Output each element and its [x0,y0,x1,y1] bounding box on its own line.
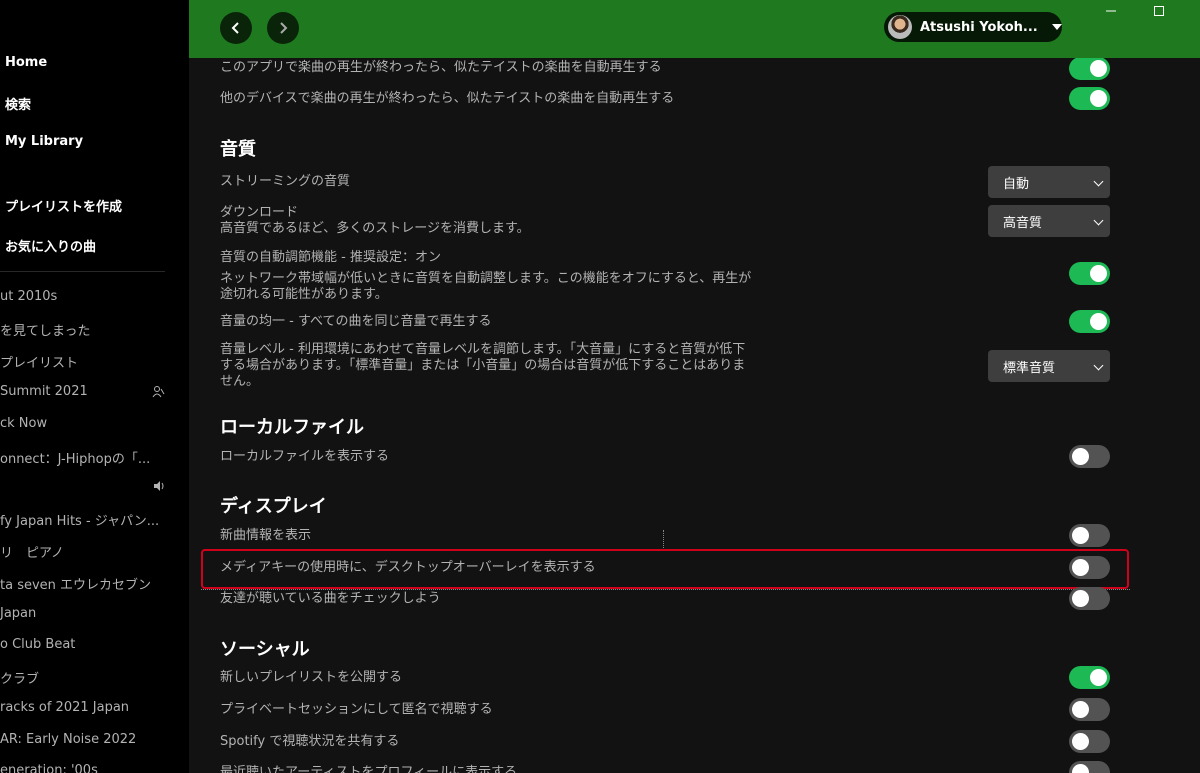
private-session-toggle[interactable] [1069,698,1110,721]
sidebar: Home 検索 My Library プレイリストを作成 お気に入りの曲 ut … [0,0,189,773]
nav-create-playlist[interactable]: プレイリストを作成 [5,196,122,215]
playlist-item[interactable]: Japan [0,606,165,621]
nav-home[interactable]: Home [5,55,47,70]
show-local-files-toggle[interactable] [1069,445,1110,468]
friend-activity-toggle[interactable] [1069,587,1110,610]
speaker-icon [154,481,164,491]
desktop-overlay-label: メディアキーの使用時に、デスクトップオーバーレイを表示する [220,560,596,575]
autoplay-this-app-label: このアプリで楽曲の再生が終わったら、似たテイストの楽曲を自動再生する [220,60,662,75]
volume-level-select[interactable]: 標準音質 [988,350,1110,382]
recent-artists-toggle[interactable] [1069,761,1110,773]
settings-panel: このアプリで楽曲の再生が終わったら、似たテイストの楽曲を自動再生する 他のデバイ… [189,58,1200,773]
section-local-files: ローカルファイル [220,417,364,438]
focus-indicator [201,589,1130,590]
autoplay-this-app-toggle[interactable] [1069,58,1110,80]
download-description: 高音質であるほど、多くのストレージを消費します。 [220,221,530,236]
back-button[interactable] [220,12,252,44]
sidebar-divider [0,271,165,272]
recent-artists-label: 最近聴いたアーティストをプロフィールに表示する [220,765,518,773]
nav-library[interactable]: My Library [5,134,83,149]
auto-adjust-label: 音質の自動調節機能 - 推奨設定：オン [220,250,441,265]
section-audio-quality: 音質 [220,139,256,160]
collaborative-icon [152,386,165,398]
auto-adjust-description: ネットワーク帯域幅が低いときに音質を自動調整します。この機能をオフにすると、再生… [220,271,752,286]
playlist-item[interactable]: Summit 2021 [0,384,165,399]
avatar [888,15,912,39]
nav-search[interactable]: 検索 [5,94,31,113]
volume-level-label: 音量レベル - 利用環境にあわせて音量レベルを調節します。「大音量」にすると音質… [220,342,746,357]
new-releases-label: 新曲情報を表示 [220,528,312,543]
playlist-item[interactable]: ut 2010s [0,289,165,304]
chevron-down-icon [1093,360,1104,371]
caret-down-icon [1051,24,1062,30]
show-local-files-label: ローカルファイルを表示する [220,449,390,464]
forward-button[interactable] [267,12,299,44]
playlist-item[interactable]: eneration: '00s [0,763,165,773]
nav-liked-songs[interactable]: お気に入りの曲 [5,236,96,255]
volume-level-description-2: せん。 [220,374,260,389]
auto-adjust-toggle[interactable] [1069,262,1110,285]
top-bar: Atsushi Yokoh... [189,0,1200,58]
playlist-item[interactable]: racks of 2021 Japan [0,700,165,715]
new-releases-toggle[interactable] [1069,524,1110,547]
section-display: ディスプレイ [220,496,327,517]
chevron-down-icon [1093,176,1104,187]
minimize-icon [1106,10,1116,12]
maximize-button[interactable] [1136,0,1182,22]
friend-activity-label: 友達が聴いている曲をチェックしよう [220,591,441,606]
share-activity-toggle[interactable] [1069,730,1110,753]
playlist-item[interactable]: を見てしまった [0,320,165,339]
user-name: Atsushi Yokoh... [920,19,1038,35]
maximize-icon [1154,6,1164,16]
share-activity-label: Spotify で視聴状況を共有する [220,734,400,749]
streaming-quality-label: ストリーミングの音質 [220,174,351,189]
download-label: ダウンロード [220,205,299,220]
autoplay-other-devices-toggle[interactable] [1069,87,1110,110]
playlist-item[interactable]: o Club Beat [0,637,165,652]
section-social: ソーシャル [220,639,310,660]
chevron-left-icon [231,22,239,34]
playlist-item[interactable]: クラブ [0,668,165,687]
desktop-overlay-toggle[interactable] [1069,556,1110,579]
playlist-item[interactable]: fy Japan Hits - ジャパン... [0,510,165,529]
minimize-button[interactable] [1088,0,1134,22]
playlist-item[interactable]: ck Now [0,416,165,431]
streaming-quality-select[interactable]: 自動 [988,166,1110,198]
download-quality-select[interactable]: 高音質 [988,205,1110,237]
normalize-volume-toggle[interactable] [1069,310,1110,333]
playlist-item[interactable]: AR: Early Noise 2022 [0,732,165,747]
chevron-right-icon [280,22,288,34]
volume-level-description: する場合があります。「標準音量」または「小音量」の場合は音質が低下することはあり… [220,358,746,373]
chevron-down-icon [1093,215,1104,226]
auto-adjust-description-2: 途切れる可能性があります。 [220,287,388,302]
focus-indicator [663,530,664,548]
user-menu-button[interactable]: Atsushi Yokoh... [884,12,1062,42]
publish-playlists-toggle[interactable] [1069,666,1110,689]
playlist-item[interactable]: ta seven エウレカセブン [0,574,165,593]
playlist-item[interactable]: onnect：J-Hiphopの「... [0,448,165,467]
publish-playlists-label: 新しいプレイリストを公開する [220,670,403,685]
autoplay-other-devices-label: 他のデバイスで楽曲の再生が終わったら、似たテイストの楽曲を自動再生する [220,91,675,106]
playlist-item[interactable]: リ ピアノ [0,542,165,561]
private-session-label: プライベートセッションにして匿名で視聴する [220,702,493,717]
normalize-volume-label: 音量の均一 - すべての曲を同じ音量で再生する [220,314,492,329]
playlist-item[interactable]: プレイリスト [0,352,165,371]
